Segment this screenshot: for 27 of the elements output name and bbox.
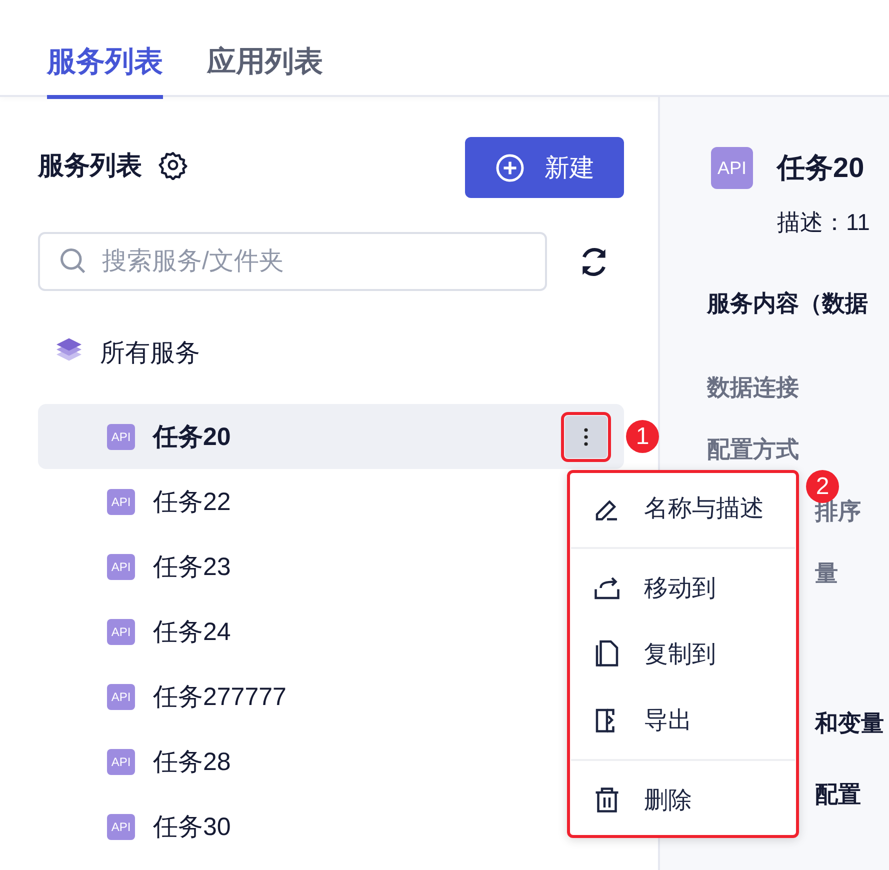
new-button[interactable]: 新建 [465, 137, 624, 198]
field-label: 和变量 [815, 708, 884, 738]
all-services-item[interactable]: 所有服务 [100, 336, 200, 368]
kebab-icon [583, 427, 589, 447]
api-badge: API [107, 814, 135, 840]
api-badge: API [107, 424, 135, 450]
api-badge: API [107, 488, 135, 514]
field-label: 量 [815, 558, 838, 588]
search-field[interactable]: 搜索服务/文件夹 [38, 232, 547, 291]
api-badge: API [107, 684, 135, 710]
section-title: 服务内容（数据 [707, 289, 869, 318]
field-label: 配置方式 [707, 434, 799, 464]
settings-icon[interactable] [158, 150, 188, 180]
description-text: 描述：11 [777, 208, 871, 237]
annotation-badge: 1 [626, 420, 659, 453]
tab[interactable]: 应用列表 [207, 0, 323, 99]
api-badge: API [711, 147, 753, 189]
plus-circle-icon [494, 152, 524, 182]
field-label: 数据连接 [707, 372, 799, 402]
tab[interactable]: 服务列表 [47, 0, 163, 99]
api-badge: API [107, 748, 135, 774]
service-title: 任务20 [777, 151, 864, 185]
field-label: 配置 [815, 780, 861, 808]
api-badge: API [107, 554, 135, 580]
panel-title: 服务列表 [38, 148, 142, 182]
api-badge: API [107, 618, 135, 644]
search-icon [58, 246, 88, 276]
